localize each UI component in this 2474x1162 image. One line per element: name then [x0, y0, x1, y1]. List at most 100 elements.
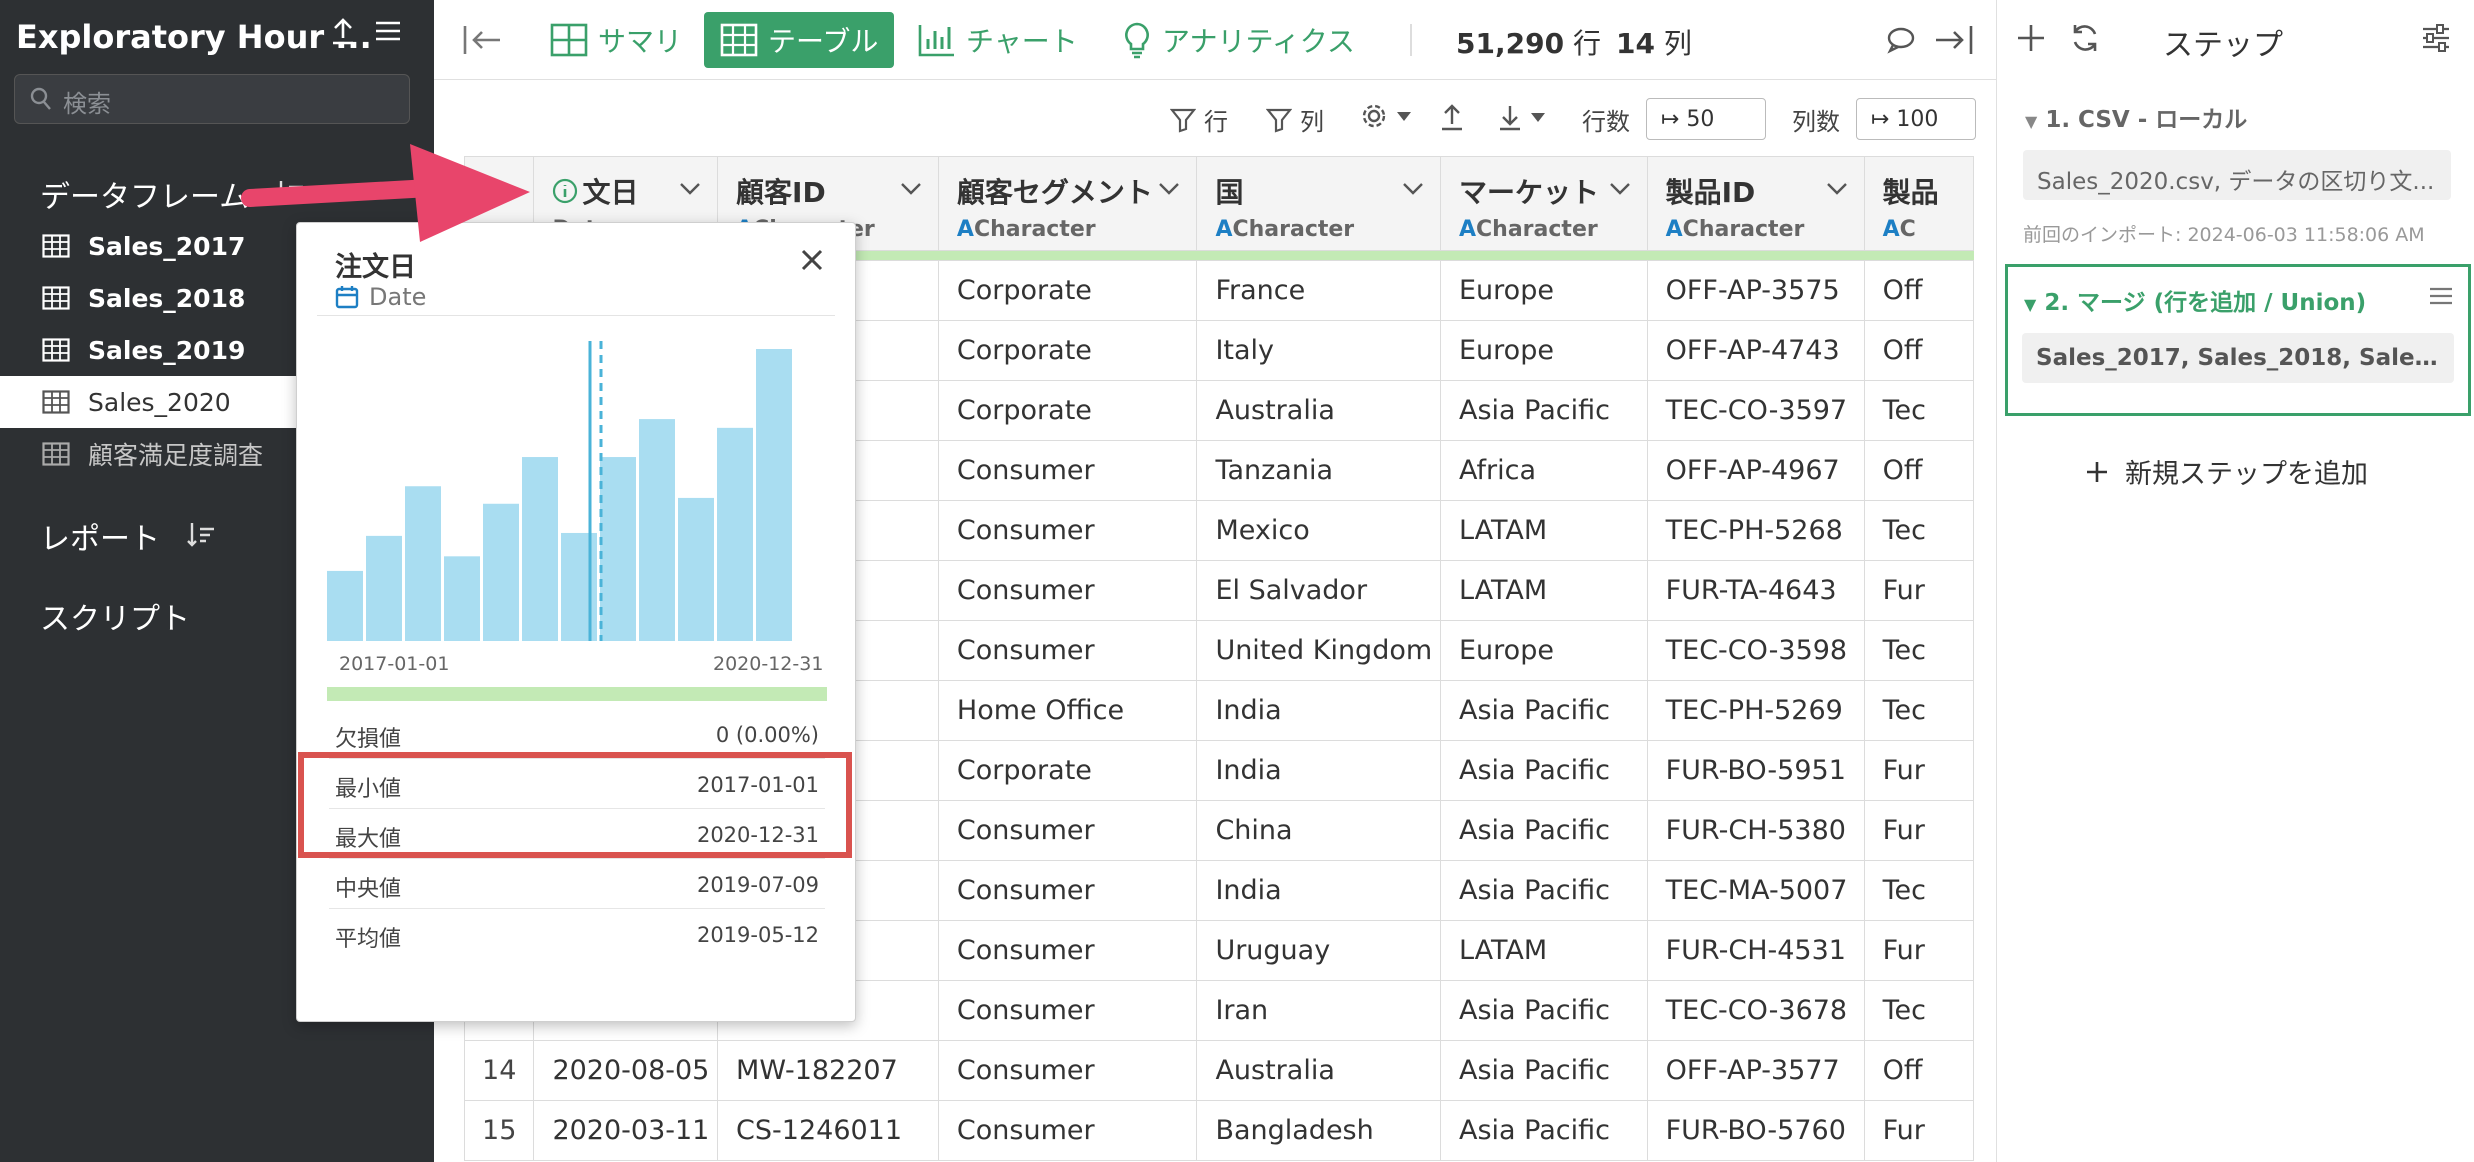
- refresh-icon[interactable]: [2069, 22, 2101, 58]
- table-cell[interactable]: FUR-CH-5380: [1646, 800, 1865, 861]
- table-cell[interactable]: Tec: [1863, 680, 1974, 741]
- table-cell[interactable]: LATAM: [1440, 920, 1648, 981]
- chevron-down-icon[interactable]: [1609, 181, 1631, 200]
- table-cell[interactable]: Bangladesh: [1196, 1100, 1441, 1161]
- step-1-header[interactable]: ▼ 1. CSV - ローカル: [2025, 100, 2247, 134]
- histogram-bar[interactable]: [600, 457, 636, 641]
- table-cell[interactable]: India: [1196, 740, 1441, 801]
- table-cell[interactable]: Tanzania: [1196, 440, 1441, 501]
- table-cell[interactable]: Mexico: [1196, 500, 1441, 561]
- table-cell[interactable]: Consumer: [937, 920, 1198, 981]
- step-2-card[interactable]: ▼ 2. マージ (行を追加 / Union) Sales_2017, Sales…: [2005, 264, 2471, 416]
- table-cell[interactable]: Asia Pacific: [1440, 740, 1648, 801]
- table-cell[interactable]: Consumer: [937, 800, 1198, 861]
- column-header[interactable]: 国 ACharacter: [1196, 156, 1441, 251]
- table-cell[interactable]: United Kingdom: [1196, 620, 1441, 681]
- table-cell[interactable]: Uruguay: [1196, 920, 1441, 981]
- table-cell[interactable]: France: [1196, 260, 1441, 321]
- tab-chart[interactable]: チャート: [902, 12, 1094, 68]
- table-cell[interactable]: Asia Pacific: [1440, 980, 1648, 1041]
- histogram-bar[interactable]: [522, 457, 558, 641]
- row-filter-button[interactable]: 行: [1170, 102, 1228, 137]
- col-filter-button[interactable]: 列: [1266, 102, 1324, 137]
- chevron-down-icon[interactable]: [679, 181, 701, 200]
- table-cell[interactable]: Consumer: [937, 440, 1198, 501]
- table-cell[interactable]: Off: [1863, 1040, 1974, 1101]
- table-cell[interactable]: Asia Pacific: [1440, 1040, 1648, 1101]
- histogram-bar[interactable]: [327, 570, 363, 641]
- table-cell[interactable]: Off: [1863, 440, 1974, 501]
- export-icon[interactable]: [1440, 102, 1464, 136]
- table-cell[interactable]: Tec: [1863, 860, 1974, 921]
- histogram-bar[interactable]: [756, 349, 792, 641]
- sort-icon[interactable]: [186, 522, 216, 557]
- table-cell[interactable]: Iran: [1196, 980, 1441, 1041]
- table-cell[interactable]: Fur: [1863, 920, 1974, 981]
- table-cell[interactable]: MW-182207: [717, 1040, 939, 1101]
- table-cell[interactable]: OFF-AP-3577: [1646, 1040, 1865, 1101]
- table-cell[interactable]: Consumer: [937, 1100, 1198, 1161]
- table-cell[interactable]: CS-1246011: [717, 1100, 939, 1161]
- table-cell[interactable]: Consumer: [937, 860, 1198, 921]
- table-cell[interactable]: TEC-PH-5268: [1646, 500, 1865, 561]
- histogram-bar[interactable]: [483, 503, 519, 641]
- table-cell[interactable]: Tec: [1863, 620, 1974, 681]
- table-cell[interactable]: Consumer: [937, 620, 1198, 681]
- collapse-left-icon[interactable]: [462, 24, 502, 60]
- cols-input[interactable]: ↦ 100: [1856, 98, 1976, 140]
- histogram-bar[interactable]: [678, 497, 714, 641]
- table-cell[interactable]: Corporate: [937, 260, 1198, 321]
- table-cell[interactable]: TEC-PH-5269: [1646, 680, 1865, 741]
- table-cell[interactable]: Fur: [1863, 800, 1974, 861]
- column-header[interactable]: 製品ID ACharacter: [1646, 156, 1865, 251]
- table-cell[interactable]: El Salvador: [1196, 560, 1441, 621]
- table-cell[interactable]: Corporate: [937, 320, 1198, 381]
- table-cell[interactable]: Australia: [1196, 380, 1441, 441]
- column-header[interactable]: 顧客セグメント ACharacter: [937, 156, 1198, 251]
- table-cell[interactable]: Off: [1863, 260, 1974, 321]
- comment-icon[interactable]: [1886, 26, 1916, 58]
- menu-icon[interactable]: [2428, 283, 2454, 313]
- table-cell[interactable]: Fur: [1863, 560, 1974, 621]
- table-cell[interactable]: FUR-TA-4643: [1646, 560, 1865, 621]
- close-icon[interactable]: [799, 247, 825, 277]
- search-input[interactable]: 検索: [14, 74, 410, 124]
- table-cell[interactable]: Tec: [1863, 380, 1974, 441]
- table-cell[interactable]: Off: [1863, 320, 1974, 381]
- table-cell[interactable]: FUR-CH-4531: [1646, 920, 1865, 981]
- chevron-down-icon[interactable]: [900, 181, 922, 200]
- table-cell[interactable]: FUR-BO-5951: [1646, 740, 1865, 801]
- table-cell[interactable]: LATAM: [1440, 500, 1648, 561]
- project-title[interactable]: Exploratory Hour ...: [16, 18, 372, 56]
- rows-input[interactable]: ↦ 50: [1646, 98, 1766, 140]
- tab-table[interactable]: テーブル: [704, 12, 895, 68]
- download-dropdown[interactable]: [1498, 102, 1546, 132]
- step-2-body[interactable]: Sales_2017, Sales_2018, Sales_20...: [2022, 333, 2454, 383]
- step-1-body[interactable]: Sales_2020.csv, データの区切り文...: [2023, 150, 2451, 200]
- table-cell[interactable]: Asia Pacific: [1440, 1100, 1648, 1161]
- table-cell[interactable]: Asia Pacific: [1440, 800, 1648, 861]
- tab-summary[interactable]: サマリ: [534, 12, 698, 68]
- table-cell[interactable]: India: [1196, 680, 1441, 741]
- table-cell[interactable]: TEC-CO-3597: [1646, 380, 1865, 441]
- table-cell[interactable]: Consumer: [937, 560, 1198, 621]
- scripts-header[interactable]: スクリプト: [40, 594, 190, 638]
- table-cell[interactable]: China: [1196, 800, 1441, 861]
- histogram-bar[interactable]: [405, 486, 441, 641]
- chevron-down-icon[interactable]: [1402, 181, 1424, 200]
- table-cell[interactable]: Africa: [1440, 440, 1648, 501]
- table-cell[interactable]: Europe: [1440, 320, 1648, 381]
- table-cell[interactable]: 2020-08-05: [533, 1040, 719, 1101]
- table-cell[interactable]: Home Office: [937, 680, 1198, 741]
- step-2-header[interactable]: ▼ 2. マージ (行を追加 / Union): [2024, 283, 2366, 317]
- histogram-bar[interactable]: [561, 532, 597, 641]
- chevron-down-icon[interactable]: [1158, 181, 1180, 200]
- table-cell[interactable]: Consumer: [937, 980, 1198, 1041]
- table-cell[interactable]: TEC-CO-3678: [1646, 980, 1865, 1041]
- tab-analytics[interactable]: アナリティクス: [1106, 12, 1371, 68]
- histogram-bar[interactable]: [639, 419, 675, 641]
- table-cell[interactable]: Tec: [1863, 500, 1974, 561]
- menu-icon[interactable]: [374, 16, 402, 50]
- table-cell[interactable]: Corporate: [937, 380, 1198, 441]
- table-cell[interactable]: Italy: [1196, 320, 1441, 381]
